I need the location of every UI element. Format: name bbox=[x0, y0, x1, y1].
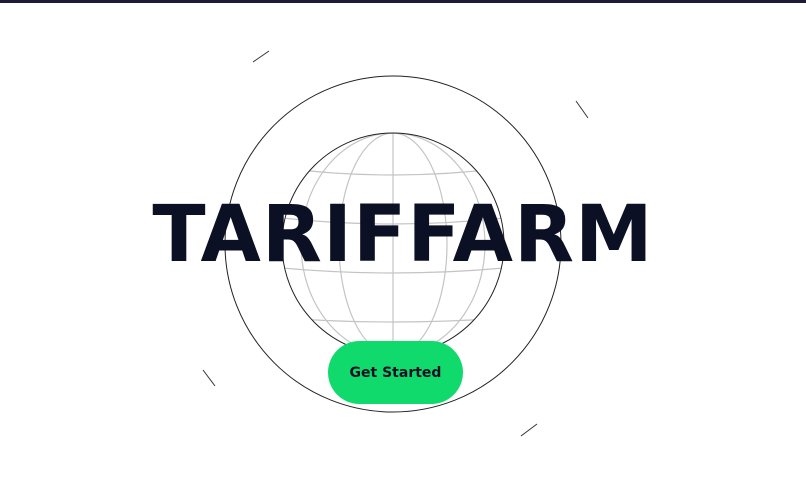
accent-stroke bbox=[575, 100, 589, 119]
get-started-button[interactable]: Get Started bbox=[328, 341, 463, 404]
accent-stroke bbox=[202, 369, 216, 387]
brand-title: TARIFFARM bbox=[152, 190, 654, 280]
accent-stroke bbox=[520, 423, 538, 437]
accent-stroke bbox=[252, 50, 270, 63]
